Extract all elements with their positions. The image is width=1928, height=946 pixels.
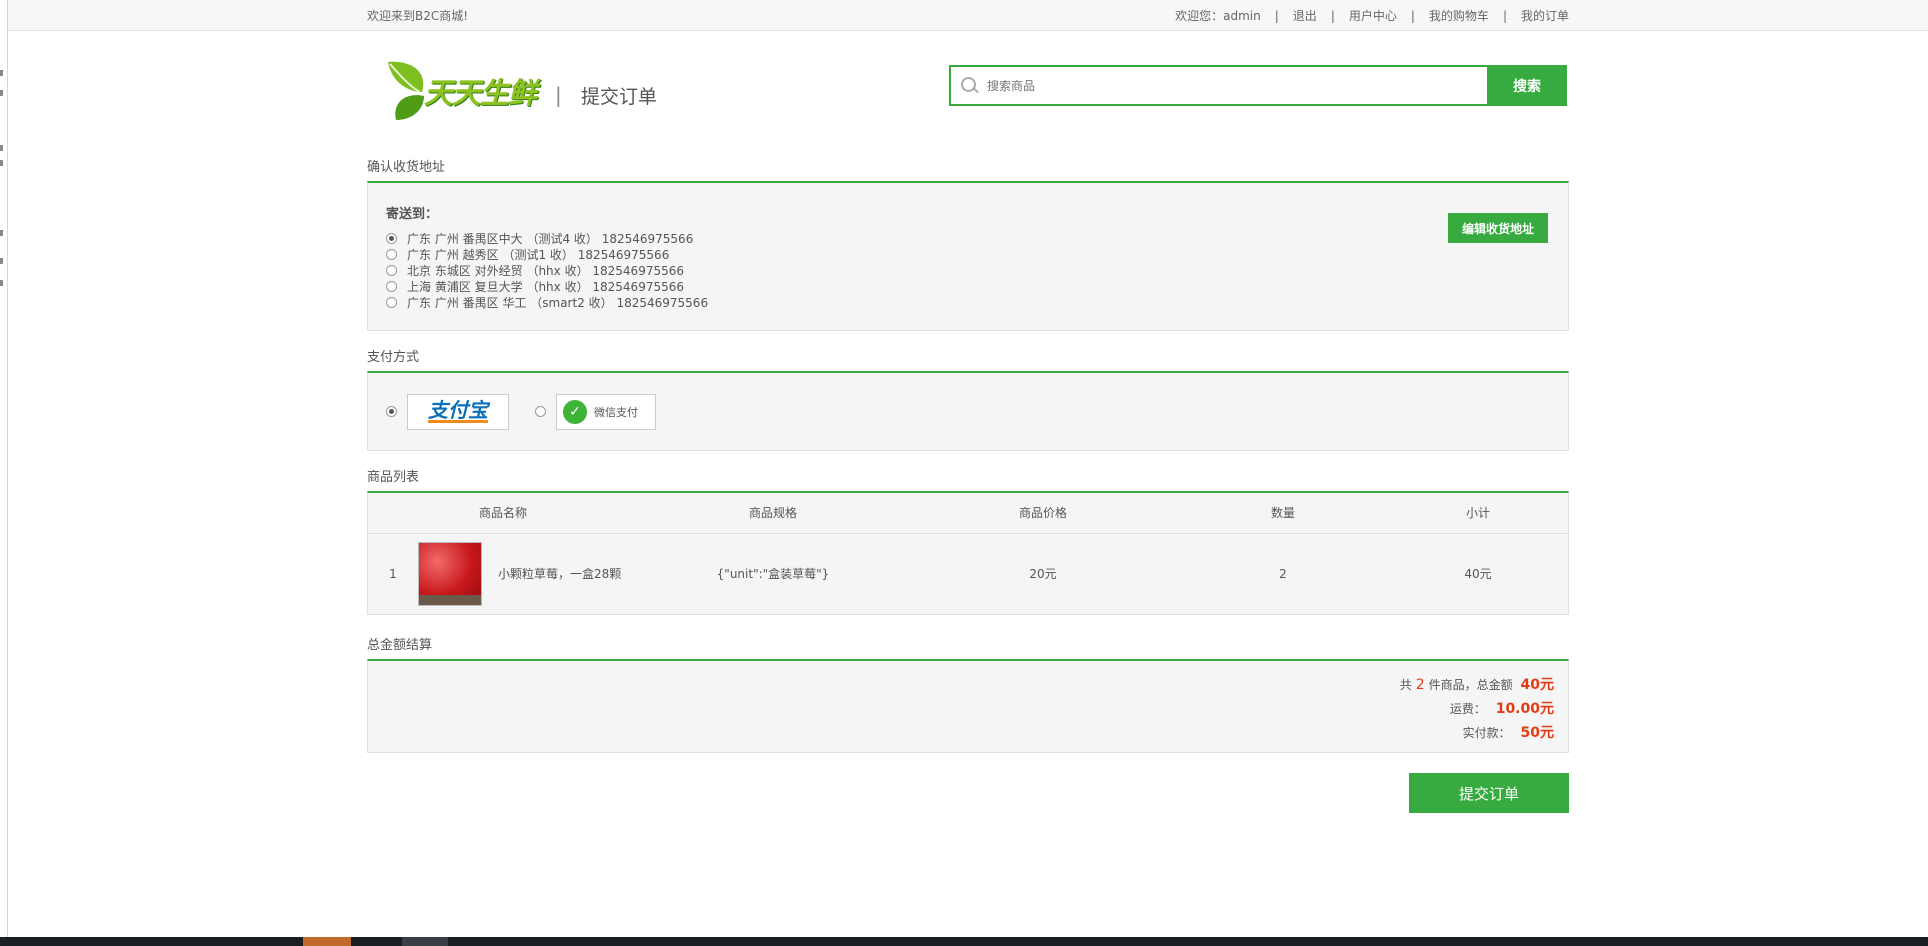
radio-button[interactable] <box>386 232 397 244</box>
address-option[interactable]: 广东 广州 番禺区中大 （测试4 收） 182546975566 <box>386 230 1550 246</box>
background-window-edge <box>0 0 8 937</box>
goods-table: 商品名称 商品规格 商品价格 数量 小计 1 小颗粒草莓，一盒28颗 {"uni… <box>367 491 1569 615</box>
header-divider: | <box>555 83 562 107</box>
page-title: 提交订单 <box>581 86 658 108</box>
address-panel: 寄送到： 广东 广州 番禺区中大 （测试4 收） 182546975566 广东… <box>367 181 1569 331</box>
taskbar <box>0 937 1928 946</box>
column-header: 商品名称 <box>368 493 638 534</box>
alipay-option[interactable]: 支付宝 <box>386 393 509 430</box>
address-text: 广东 广州 番禺区中大 （测试4 收） 182546975566 <box>407 231 694 246</box>
table-header: 商品名称 商品规格 商品价格 数量 小计 <box>368 493 1568 534</box>
ship-to-label: 寄送到： <box>386 207 439 222</box>
search-field[interactable] <box>949 65 1487 106</box>
divider: | <box>1502 8 1507 23</box>
logout-link[interactable]: 退出 <box>1293 7 1317 24</box>
product-name[interactable]: 小颗粒草莓，一盒28颗 <box>498 533 638 614</box>
section-title-address: 确认收货地址 <box>367 160 446 175</box>
site-logo[interactable]: 天天生鲜 <box>384 58 544 124</box>
alipay-label: 支付宝 <box>428 398 488 423</box>
row-index: 1 <box>389 566 397 581</box>
user-center-link[interactable]: 用户中心 <box>1349 7 1397 24</box>
header: 天天生鲜 | 提交订单 搜索 <box>367 31 1569 151</box>
address-option[interactable]: 广东 广州 越秀区 （测试1 收） 182546975566 <box>386 246 1550 262</box>
radio-button[interactable] <box>386 248 397 260</box>
top-nav: 欢迎您：admin | 退出 | 用户中心 | 我的购物车 | 我的订单 <box>1175 7 1569 24</box>
radio-button[interactable] <box>386 264 397 276</box>
product-spec: {"unit":"盒装草莓"} <box>716 567 830 582</box>
search-icon <box>961 76 979 95</box>
divider: | <box>1274 8 1279 23</box>
search-input[interactable] <box>987 78 1487 93</box>
search-button[interactable]: 搜索 <box>1487 65 1567 106</box>
column-header: 数量 <box>1178 493 1388 534</box>
item-total-row: 共 2 件商品，总金额 40元 <box>382 673 1554 697</box>
top-bar: 欢迎来到B2C商城! 欢迎您：admin | 退出 | 用户中心 | 我的购物车… <box>0 0 1928 31</box>
cart-link[interactable]: 我的购物车 <box>1429 7 1489 24</box>
section-title-payment: 支付方式 <box>367 350 420 365</box>
column-header: 小计 <box>1388 493 1568 534</box>
address-text: 北京 东城区 对外经贸 （hhx 收） 182546975566 <box>407 263 685 278</box>
wechat-pay-logo[interactable]: ✓ 微信支付 <box>556 393 656 430</box>
brand-name: 天天生鲜 <box>424 76 537 110</box>
total-panel: 共 2 件商品，总金额 40元 运费： 10.00元 实付款： 50元 <box>367 659 1569 753</box>
submit-order-button[interactable]: 提交订单 <box>1409 773 1569 813</box>
divider: | <box>1410 8 1415 23</box>
address-option[interactable]: 广东 广州 番禺区 华工 （smart2 收） 182546975566 <box>386 294 1550 310</box>
welcome-text: 欢迎来到B2C商城! <box>367 9 469 23</box>
radio-button[interactable] <box>386 296 397 308</box>
wechat-option[interactable]: ✓ 微信支付 <box>535 393 656 430</box>
address-text: 广东 广州 越秀区 （测试1 收） 182546975566 <box>407 247 670 262</box>
section-title-goods: 商品列表 <box>367 470 420 485</box>
count-prefix: 共 <box>1399 678 1412 692</box>
radio-button[interactable] <box>386 280 397 292</box>
paid-label: 实付款： <box>1462 726 1511 740</box>
paid-row: 实付款： 50元 <box>382 721 1554 745</box>
payment-panel: 支付宝 ✓ 微信支付 <box>367 371 1569 451</box>
column-header: 商品价格 <box>908 493 1178 534</box>
wechat-icon: ✓ <box>563 399 587 424</box>
radio-button[interactable] <box>535 406 546 417</box>
product-price: 20元 <box>1029 567 1057 582</box>
product-quantity: 2 <box>1279 566 1287 581</box>
section-title-total: 总金额结算 <box>367 638 433 653</box>
shipping-fee: 10.00元 <box>1495 701 1554 717</box>
orders-link[interactable]: 我的订单 <box>1521 7 1569 24</box>
edit-address-button[interactable]: 编辑收货地址 <box>1448 213 1548 243</box>
radio-button[interactable] <box>386 406 397 417</box>
wechat-label: 微信支付 <box>594 405 638 419</box>
column-header: 商品规格 <box>638 493 908 534</box>
address-option[interactable]: 上海 黄浦区 复旦大学 （hhx 收） 182546975566 <box>386 278 1550 294</box>
count-suffix: 件商品，总金额 <box>1428 678 1513 692</box>
user-greeting: 欢迎您：admin <box>1175 9 1261 23</box>
address-text: 上海 黄浦区 复旦大学 （hhx 收） 182546975566 <box>407 279 685 294</box>
table-row: 1 小颗粒草莓，一盒28颗 {"unit":"盒装草莓"} 20元 2 40元 <box>368 533 1568 614</box>
divider: | <box>1330 8 1335 23</box>
shipping-row: 运费： 10.00元 <box>382 697 1554 721</box>
shipping-label: 运费： <box>1449 702 1486 716</box>
paid-amount: 50元 <box>1520 725 1554 741</box>
address-option[interactable]: 北京 东城区 对外经贸 （hhx 收） 182546975566 <box>386 262 1550 278</box>
product-image[interactable] <box>418 541 482 606</box>
total-amount: 40元 <box>1520 677 1554 693</box>
item-count: 2 <box>1415 677 1425 693</box>
search-bar: 搜索 <box>949 65 1567 106</box>
alipay-logo[interactable]: 支付宝 <box>407 393 509 430</box>
product-subtotal: 40元 <box>1464 567 1492 582</box>
address-text: 广东 广州 番禺区 华工 （smart2 收） 182546975566 <box>407 295 709 310</box>
